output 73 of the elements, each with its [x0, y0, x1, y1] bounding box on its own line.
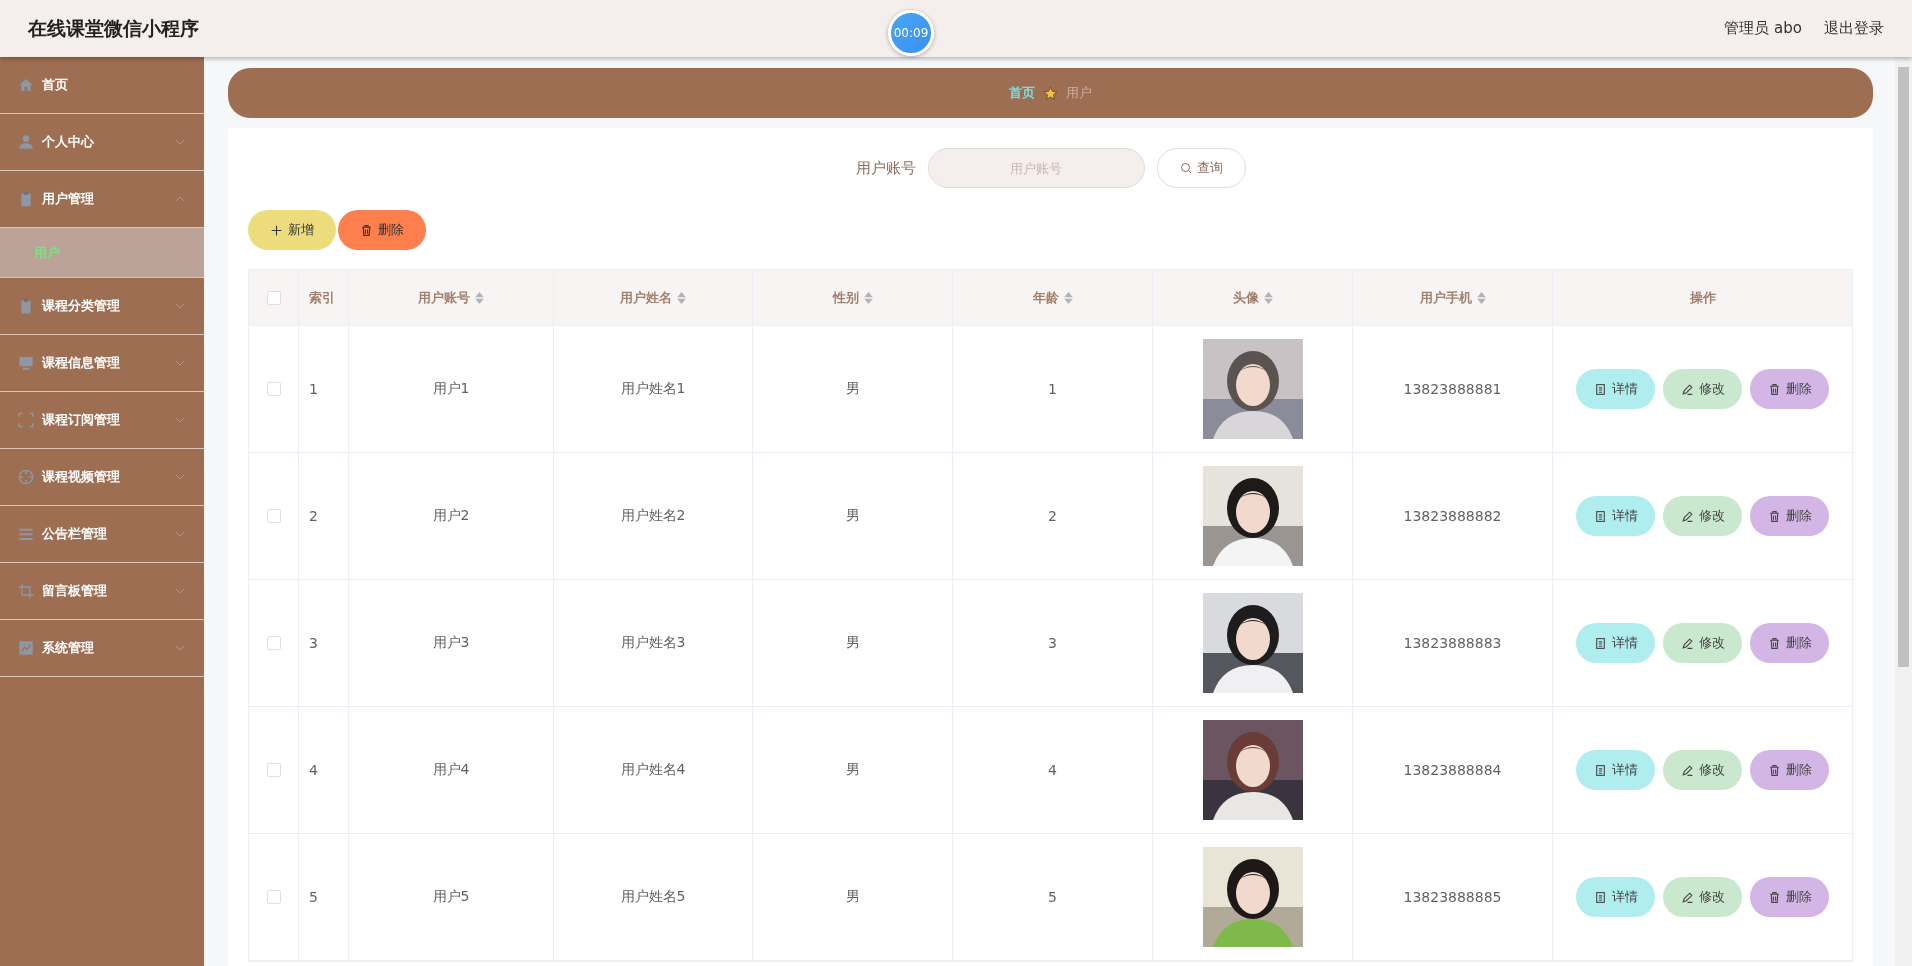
sidebar-item[interactable]: 系统管理: [0, 620, 204, 677]
add-button[interactable]: 新增: [248, 210, 336, 250]
table-cell: 1: [309, 381, 318, 397]
delete-button[interactable]: 删除: [1750, 496, 1829, 536]
detail-button[interactable]: 详情: [1576, 369, 1655, 409]
delete-button[interactable]: 删除: [1750, 877, 1829, 917]
search-label: 用户账号: [855, 158, 916, 178]
table-cell: 用户4: [432, 761, 470, 779]
table-cell: 4: [309, 762, 318, 778]
query-button[interactable]: 查询: [1156, 148, 1246, 188]
table-cell: 3: [309, 635, 318, 651]
sidebar-item[interactable]: 课程订阅管理: [0, 392, 204, 449]
table-cell: 男: [845, 634, 860, 652]
logout-link[interactable]: 退出登录: [1824, 19, 1884, 38]
table-cell: 男: [845, 380, 860, 398]
table-cell: 用户3: [432, 634, 470, 652]
sidebar-item[interactable]: 课程视频管理: [0, 449, 204, 506]
table-cell: 5: [1048, 889, 1057, 905]
column-header[interactable]: 性别: [753, 270, 953, 326]
breadcrumb-item: 用户: [1066, 84, 1092, 102]
delete-button[interactable]: 删除: [338, 210, 426, 250]
breadcrumb-item[interactable]: 首页: [1009, 84, 1035, 102]
user-name: 管理员 abo: [1724, 19, 1802, 38]
delete-button[interactable]: 删除: [1750, 623, 1829, 663]
detail-button[interactable]: 详情: [1576, 877, 1655, 917]
detail-button[interactable]: 详情: [1576, 496, 1655, 536]
table-cell: 4: [1048, 762, 1057, 778]
table-cell: 13823888883: [1403, 635, 1502, 651]
table-cell: 3: [1048, 635, 1057, 651]
table-cell: 用户姓名5: [620, 888, 686, 906]
table-cell: 2: [1048, 508, 1057, 524]
sidebar-item[interactable]: 首页: [0, 57, 204, 114]
edit-button[interactable]: 修改: [1663, 369, 1742, 409]
table-cell: 用户5: [432, 888, 470, 906]
table-cell: 1: [1048, 381, 1057, 397]
table-cell: 男: [845, 507, 860, 525]
delete-button[interactable]: 删除: [1750, 750, 1829, 790]
table-cell: 2: [309, 508, 318, 524]
edit-button[interactable]: 修改: [1663, 877, 1742, 917]
table-cell: 用户姓名1: [620, 380, 686, 398]
sidebar-item[interactable]: 留言板管理: [0, 563, 204, 620]
column-header[interactable]: 用户姓名: [554, 270, 753, 326]
table-cell: 5: [309, 889, 318, 905]
column-header: 索引: [299, 270, 349, 326]
detail-button[interactable]: 详情: [1576, 623, 1655, 663]
table-cell: 用户2: [432, 507, 470, 525]
sidebar-item[interactable]: 个人中心: [0, 114, 204, 171]
table-cell: 用户姓名3: [620, 634, 686, 652]
edit-button[interactable]: 修改: [1663, 750, 1742, 790]
table-cell: 用户姓名4: [620, 761, 686, 779]
table-cell: 13823888884: [1403, 762, 1502, 778]
column-header[interactable]: 用户手机: [1353, 270, 1553, 326]
table-cell: 用户1: [432, 380, 470, 398]
app-title: 在线课堂微信小程序: [28, 15, 199, 41]
edit-button[interactable]: 修改: [1663, 496, 1742, 536]
sidebar-item[interactable]: 公告栏管理: [0, 506, 204, 563]
column-header: 操作: [1553, 270, 1853, 326]
table-cell: 13823888882: [1403, 508, 1502, 524]
detail-button[interactable]: 详情: [1576, 750, 1655, 790]
table-cell: 男: [845, 761, 860, 779]
table-cell: 13823888881: [1403, 381, 1502, 397]
recording-timer: 00:09: [888, 10, 934, 56]
search-field[interactable]: 用户账号: [927, 148, 1145, 188]
sidebar-item[interactable]: 课程分类管理: [0, 278, 204, 335]
table-cell: 男: [845, 888, 860, 906]
delete-button[interactable]: 删除: [1750, 369, 1829, 409]
edit-button[interactable]: 修改: [1663, 623, 1742, 663]
sidebar-item[interactable]: 课程信息管理: [0, 335, 204, 392]
table-cell: 13823888885: [1403, 889, 1502, 905]
column-header[interactable]: 年龄: [953, 270, 1153, 326]
table-cell: 用户姓名2: [620, 507, 686, 525]
column-header[interactable]: 用户账号: [349, 270, 554, 326]
column-header[interactable]: 头像: [1153, 270, 1353, 326]
